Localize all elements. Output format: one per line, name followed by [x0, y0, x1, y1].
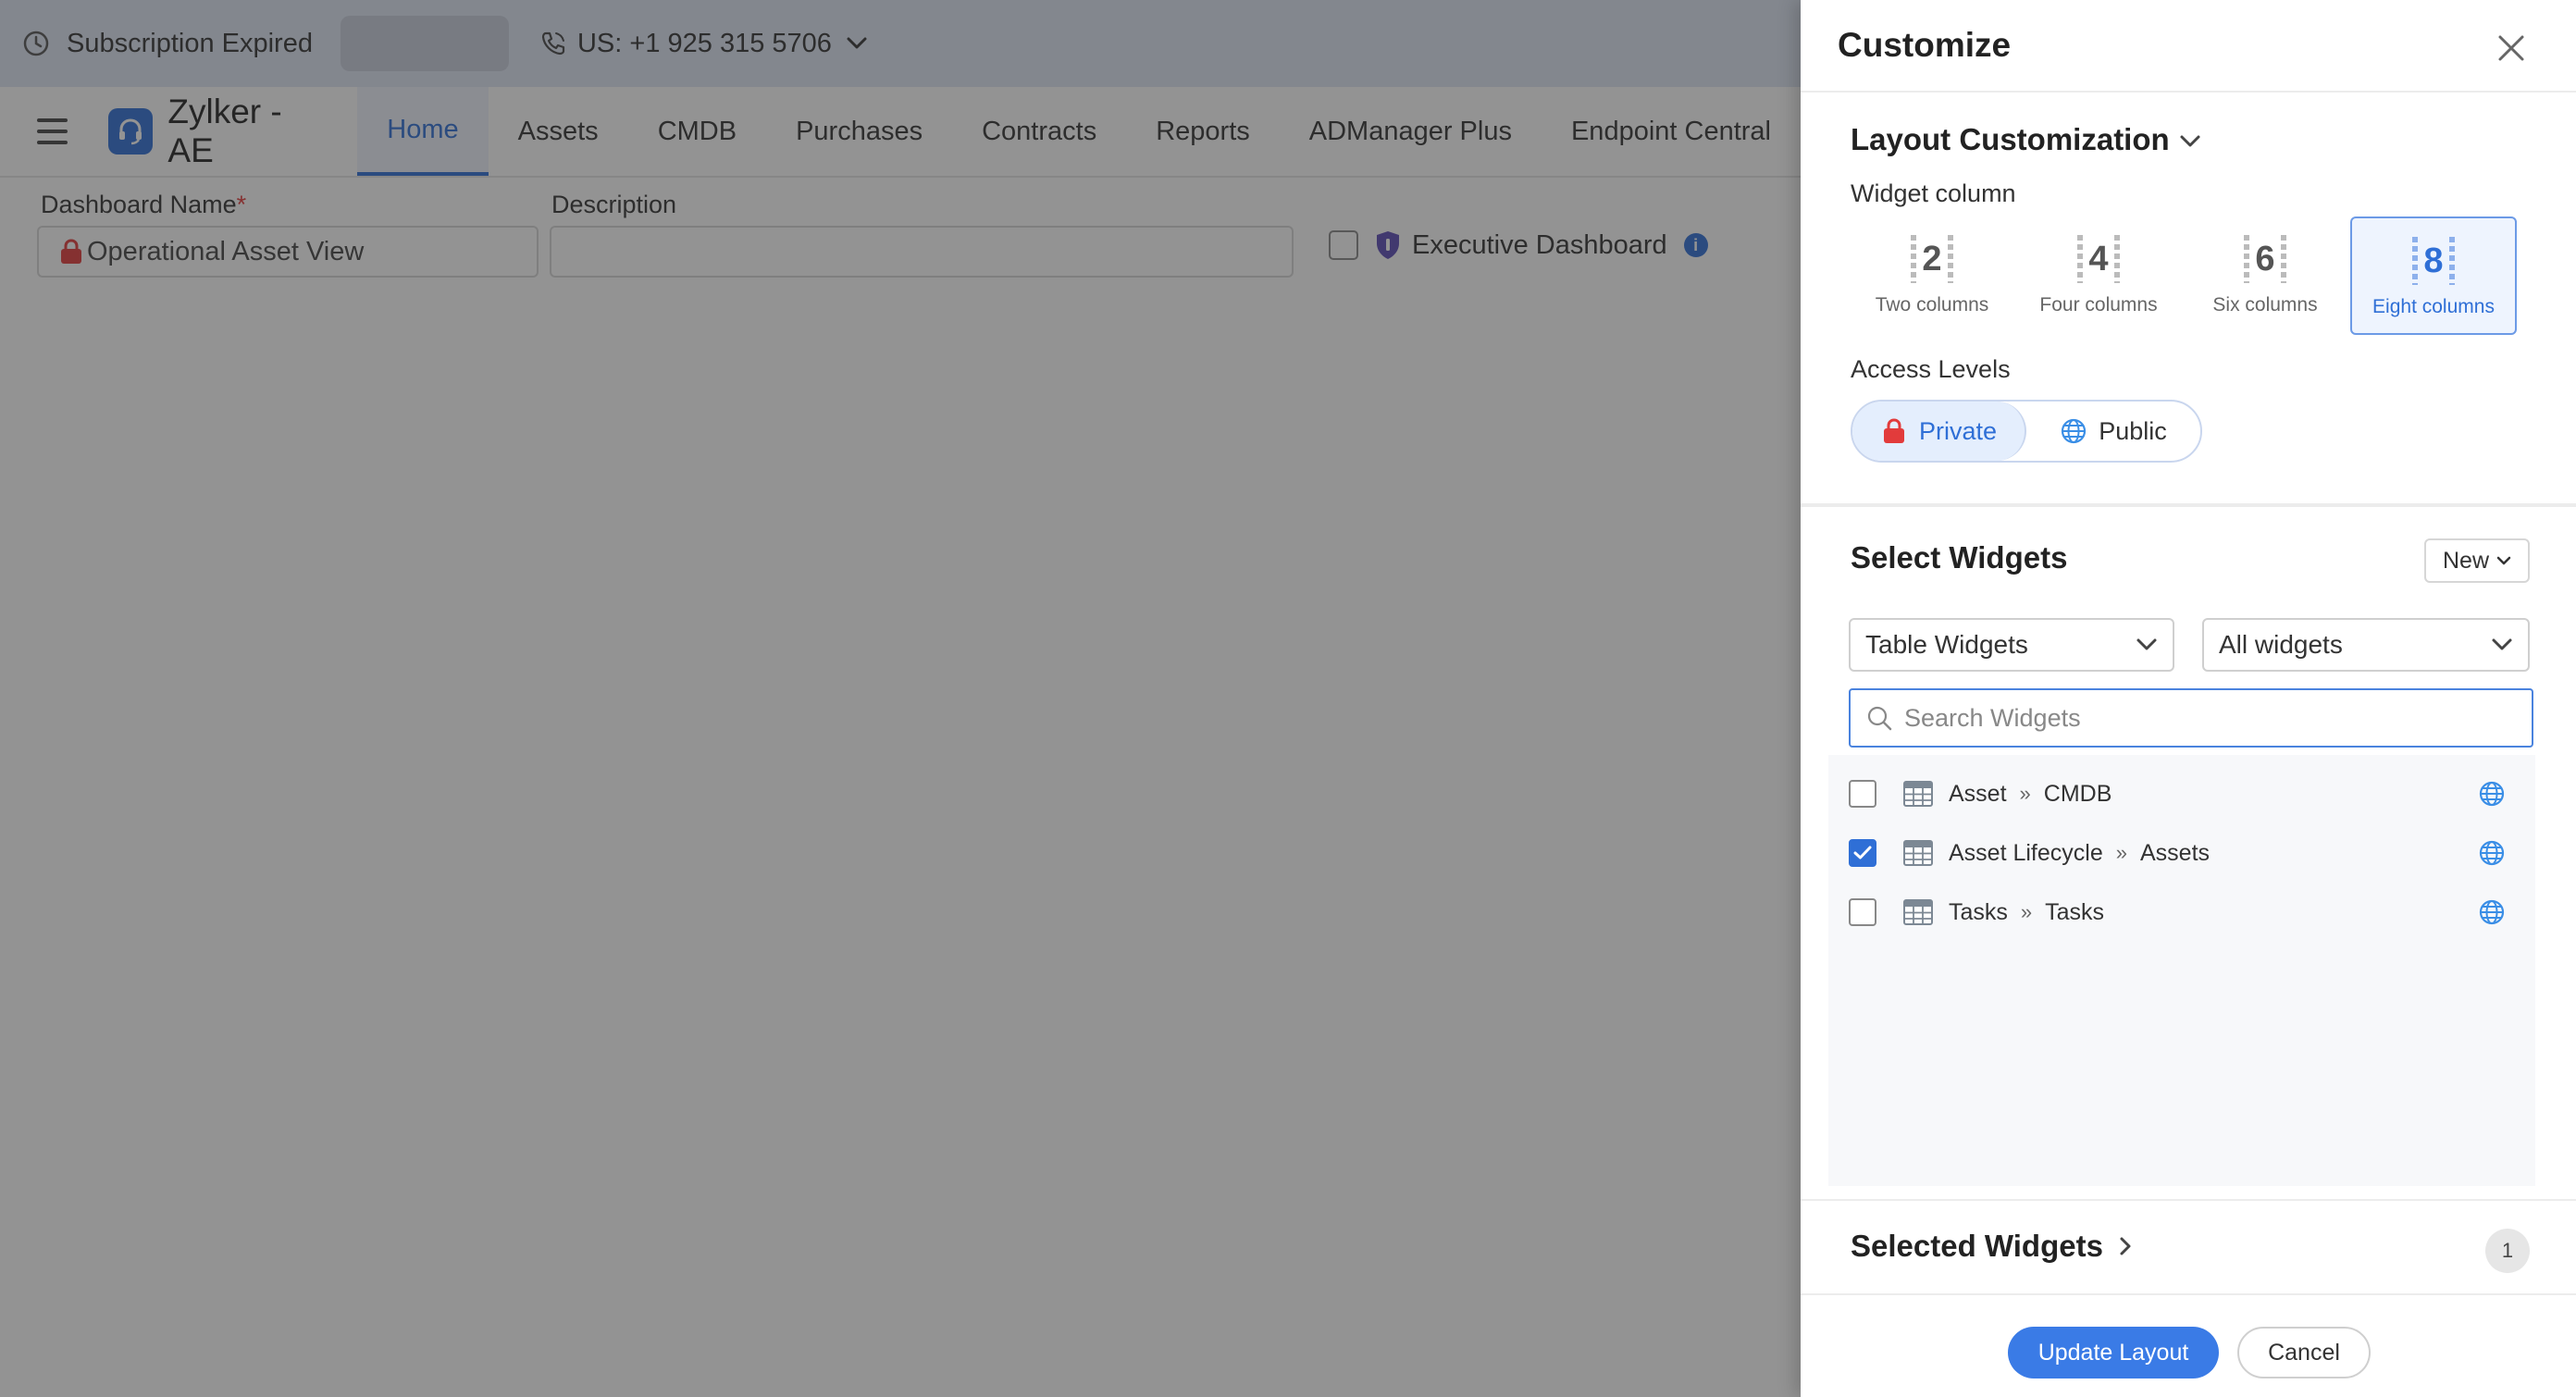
widget-checkbox[interactable] — [1849, 898, 1876, 926]
search-widgets-box — [1849, 688, 2533, 748]
column-number: 6 — [2244, 235, 2286, 283]
column-number: 8 — [2412, 237, 2455, 285]
new-widget-button[interactable]: New — [2424, 538, 2530, 583]
access-public-option[interactable]: Public — [2026, 402, 2200, 461]
close-icon[interactable] — [2495, 31, 2528, 65]
update-layout-button[interactable]: Update Layout — [2008, 1327, 2219, 1378]
widget-list-item[interactable]: Asset Lifecycle » Assets — [1828, 825, 2535, 881]
globe-icon — [2479, 899, 2505, 925]
section-divider — [1801, 503, 2576, 507]
select-widgets-title: Select Widgets — [1851, 540, 2068, 575]
access-level-toggle: Private Public — [1851, 400, 2202, 463]
layout-customization-toggle[interactable]: Layout Customization — [1851, 122, 2201, 157]
selected-widgets-section[interactable]: Selected Widgets 1 — [1801, 1199, 2576, 1295]
globe-icon — [2479, 781, 2505, 807]
column-number: 4 — [2077, 235, 2120, 283]
access-levels-label: Access Levels — [1851, 355, 2011, 383]
widget-filter-select[interactable]: All widgets — [2202, 618, 2530, 672]
globe-icon — [2479, 840, 2505, 866]
selected-widgets-title: Selected Widgets — [1851, 1229, 2103, 1263]
widget-category: Tasks — [2045, 898, 2105, 925]
chevron-down-icon — [2492, 638, 2512, 650]
column-option-six[interactable]: 6 Six columns — [2182, 216, 2348, 335]
selected-count-badge: 1 — [2485, 1229, 2530, 1273]
widget-category: CMDB — [2043, 780, 2112, 807]
widget-checkbox[interactable] — [1849, 780, 1876, 808]
search-widgets-input[interactable] — [1904, 703, 2496, 733]
checkmark-icon — [1853, 846, 1872, 859]
new-button-label: New — [2442, 547, 2489, 574]
chevron-down-icon — [2496, 556, 2511, 565]
chevron-down-icon — [2136, 638, 2157, 650]
column-option-label: Four columns — [2039, 294, 2158, 315]
column-option-eight[interactable]: 8 Eight columns — [2350, 216, 2517, 335]
table-icon — [1903, 840, 1933, 866]
cancel-button[interactable]: Cancel — [2237, 1327, 2371, 1378]
column-option-label: Six columns — [2212, 294, 2318, 315]
column-option-two[interactable]: 2 Two columns — [1849, 216, 2015, 335]
widget-checkbox[interactable] — [1849, 839, 1876, 867]
widget-type-value: Table Widgets — [1865, 630, 2028, 659]
widget-filter-value: All widgets — [2219, 630, 2343, 659]
customize-panel: Customize Layout Customization Widget co… — [1801, 0, 2576, 1397]
search-icon — [1867, 706, 1892, 731]
selected-widgets-toggle[interactable]: Selected Widgets — [1851, 1229, 2133, 1264]
chevron-down-icon — [2180, 135, 2200, 147]
layout-customization-title: Layout Customization — [1851, 122, 2170, 156]
globe-icon — [2062, 418, 2087, 444]
modal-overlay[interactable] — [0, 0, 1801, 1397]
table-icon — [1903, 781, 1933, 807]
access-private-option[interactable]: Private — [1852, 402, 2027, 461]
column-option-four[interactable]: 4 Four columns — [2015, 216, 2182, 335]
access-public-label: Public — [2099, 416, 2167, 445]
column-option-label: Eight columns — [2372, 296, 2495, 317]
widget-list-item[interactable]: Tasks » Tasks — [1828, 884, 2535, 940]
table-icon — [1903, 899, 1933, 925]
widget-list: Asset » CMDB Asset Lifecycle » Assets Ta… — [1828, 755, 2535, 1186]
column-number: 2 — [1911, 235, 1953, 283]
breadcrumb-separator: » — [2115, 841, 2127, 864]
widget-list-item[interactable]: Asset » CMDB — [1828, 766, 2535, 822]
panel-header: Customize — [1801, 0, 2576, 93]
widget-name: Tasks — [1949, 898, 2008, 925]
widget-name: Asset Lifecycle — [1949, 839, 2103, 866]
widget-category: Assets — [2140, 839, 2211, 866]
widget-name: Asset — [1949, 780, 2007, 807]
panel-title: Customize — [1838, 26, 2012, 64]
column-option-label: Two columns — [1875, 294, 1989, 315]
access-private-label: Private — [1918, 416, 1998, 445]
lock-icon — [1883, 418, 1904, 443]
chevron-right-icon — [2120, 1237, 2131, 1255]
widget-type-select[interactable]: Table Widgets — [1849, 618, 2174, 672]
breadcrumb-separator: » — [2020, 900, 2033, 923]
widget-column-label: Widget column — [1851, 179, 2016, 207]
breadcrumb-separator: » — [2019, 782, 2031, 805]
